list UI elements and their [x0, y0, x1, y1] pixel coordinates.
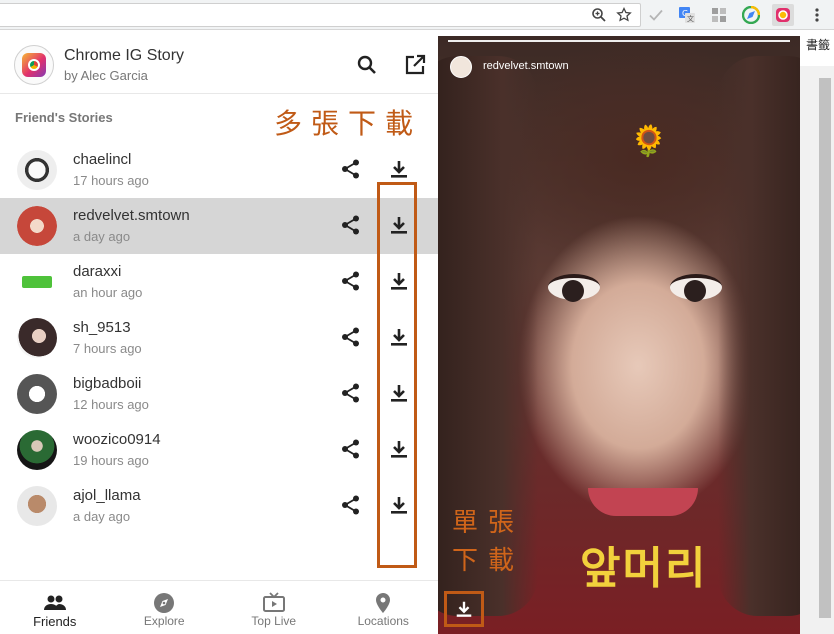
- friend-row[interactable]: ajol_llama a day ago: [0, 478, 438, 534]
- story-download-button[interactable]: [444, 591, 484, 627]
- app-logo: [14, 45, 54, 85]
- story-viewer[interactable]: redvelvet.smtown 🌻 앞머리 單張下載: [438, 36, 800, 634]
- friend-time: a day ago: [73, 229, 131, 244]
- sunflower-sticker: 🌻: [630, 125, 668, 158]
- tv-icon: [262, 591, 286, 615]
- friend-name: ajol_llama: [73, 487, 141, 504]
- app-author: by Alec Garcia: [64, 68, 148, 83]
- friend-name: chaelincl: [73, 151, 132, 168]
- svg-text:文: 文: [687, 14, 694, 23]
- story-image-lips: [588, 488, 698, 516]
- download-icon[interactable]: [388, 326, 410, 348]
- friend-row[interactable]: redvelvet.smtown a day ago: [0, 198, 438, 254]
- friend-time: 17 hours ago: [73, 173, 149, 188]
- avatar: [17, 150, 57, 190]
- compass-extension-icon[interactable]: [740, 4, 762, 26]
- share-icon[interactable]: [340, 270, 362, 292]
- story-avatar: [450, 56, 472, 78]
- tab-label: Locations: [357, 614, 409, 628]
- friend-name: bigbadboii: [73, 375, 142, 392]
- avatar: [17, 430, 57, 470]
- download-icon[interactable]: [388, 270, 410, 292]
- compass-icon: [152, 591, 176, 615]
- app-title: Chrome IG Story: [64, 47, 185, 64]
- extension-popup: Chrome IG Story by Alec Garcia Friend's …: [0, 36, 438, 634]
- multi-download-annotation: 多張下載: [274, 107, 423, 140]
- popup-header: Chrome IG Story by Alec Garcia: [0, 36, 438, 94]
- bottom-navigation: Friends Explore Top Live Locations: [0, 580, 438, 634]
- scrollbar[interactable]: [800, 66, 834, 634]
- tab-label: Explore: [143, 614, 185, 628]
- friend-row[interactable]: woozico0914 19 hours ago: [0, 422, 438, 478]
- more-icon[interactable]: [806, 4, 828, 26]
- friend-time: an hour ago: [73, 285, 143, 300]
- browser-toolbar: G文: [0, 0, 834, 30]
- zoom-icon[interactable]: [588, 4, 610, 26]
- share-icon[interactable]: [340, 326, 362, 348]
- tab-top-live[interactable]: Top Live: [219, 581, 329, 634]
- translate-icon[interactable]: G文: [676, 4, 698, 26]
- friend-time: 12 hours ago: [73, 397, 149, 412]
- friend-time: 7 hours ago: [73, 341, 142, 356]
- star-icon[interactable]: [613, 4, 635, 26]
- friend-row[interactable]: bigbadboii 12 hours ago: [0, 366, 438, 422]
- avatar: [17, 374, 57, 414]
- share-icon[interactable]: [340, 214, 362, 236]
- friend-row[interactable]: chaelincl 17 hours ago: [0, 142, 438, 198]
- share-icon[interactable]: [340, 382, 362, 404]
- tab-locations[interactable]: Locations: [329, 581, 439, 634]
- bookmarks-label: 書籤: [806, 38, 831, 52]
- download-icon[interactable]: [388, 158, 410, 180]
- story-image-eye-left: [548, 274, 600, 302]
- apps-grid-icon[interactable]: [708, 4, 730, 26]
- tab-explore[interactable]: Explore: [110, 581, 220, 634]
- story-username: redvelvet.smtown: [483, 60, 569, 72]
- share-icon[interactable]: [340, 438, 362, 460]
- story-image-eye-right: [670, 274, 722, 302]
- friend-row[interactable]: daraxxi an hour ago: [0, 254, 438, 310]
- download-icon[interactable]: [388, 438, 410, 460]
- share-icon[interactable]: [340, 494, 362, 516]
- friends-list: chaelincl 17 hours ago redvelvet.smtown …: [0, 142, 438, 534]
- friend-name: daraxxi: [73, 263, 122, 280]
- single-download-annotation: 單張下載: [452, 508, 525, 576]
- friend-time: a day ago: [73, 509, 131, 524]
- scrollbar-thumb[interactable]: [819, 78, 831, 618]
- tab-friends[interactable]: Friends: [0, 581, 110, 634]
- download-icon[interactable]: [388, 382, 410, 404]
- tab-label: Top Live: [251, 614, 297, 628]
- tab-label: Friends: [33, 614, 77, 629]
- avatar: [17, 318, 57, 358]
- search-icon[interactable]: [355, 53, 379, 77]
- friend-name: woozico0914: [73, 431, 161, 448]
- location-pin-icon: [371, 591, 395, 615]
- friend-row[interactable]: sh_9513 7 hours ago: [0, 310, 438, 366]
- avatar: [17, 262, 57, 302]
- friend-name: sh_9513: [73, 319, 131, 336]
- download-icon[interactable]: [388, 494, 410, 516]
- friend-time: 19 hours ago: [73, 453, 149, 468]
- checkmark-icon[interactable]: [645, 4, 667, 26]
- story-image-hair-right: [718, 56, 800, 616]
- avatar: [17, 486, 57, 526]
- download-icon[interactable]: [388, 214, 410, 236]
- open-external-icon[interactable]: [403, 53, 427, 77]
- story-progress-bar: [448, 40, 790, 42]
- story-caption: 앞머리: [580, 543, 708, 594]
- avatar: [17, 206, 57, 246]
- people-icon: [43, 591, 67, 615]
- address-bar[interactable]: [0, 3, 641, 27]
- section-title: Friend's Stories: [15, 110, 113, 125]
- share-icon[interactable]: [340, 158, 362, 180]
- chrome-ig-story-icon[interactable]: [772, 4, 794, 26]
- download-icon: [456, 601, 472, 617]
- friend-name: redvelvet.smtown: [73, 207, 190, 224]
